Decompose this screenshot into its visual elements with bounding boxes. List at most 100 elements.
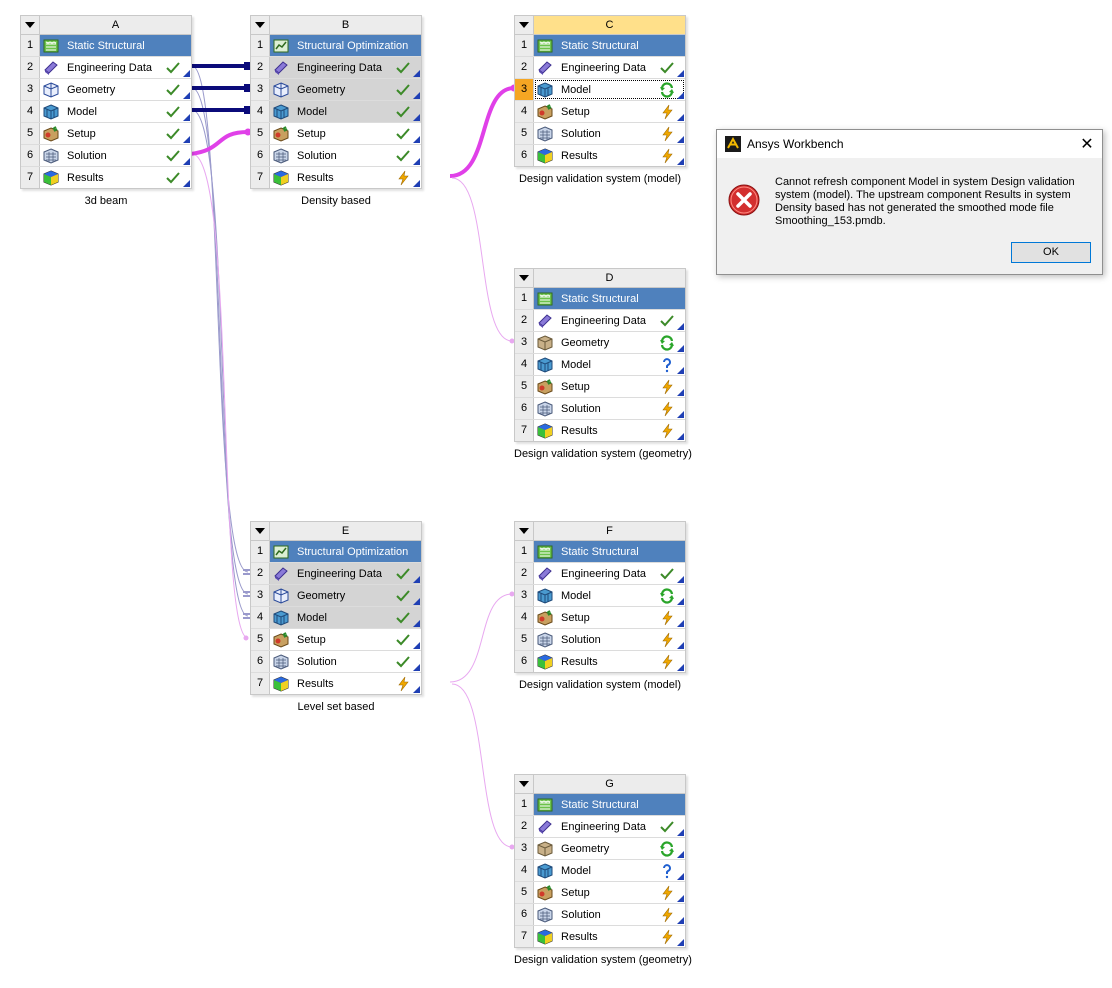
cell-model[interactable]: Model [270,607,421,628]
system-letter[interactable]: E [270,522,421,540]
system-header: G [515,775,685,794]
cell-engineering-data[interactable]: Engineering Data [534,563,685,584]
question-icon [663,863,671,878]
cell-setup[interactable]: Setup [534,607,685,628]
row-number: 7 [515,420,534,441]
cell-model[interactable]: Model [270,101,421,122]
collapse-arrow-icon[interactable] [251,16,270,34]
cell-engineering-data[interactable]: Engineering Data [270,57,421,78]
collapse-arrow-icon[interactable] [251,522,270,540]
cell-model[interactable]: Model [534,860,685,881]
engineering-data-icon [274,566,288,581]
cell-engineering-data[interactable]: Engineering Data [40,57,191,78]
system-letter[interactable]: F [534,522,685,540]
cell-results[interactable]: Results [534,420,685,441]
link-b-results-to-d-geometry [451,177,513,342]
cell-structural-optimization[interactable]: Structural Optimization [270,35,421,56]
system-caption[interactable]: 3d beam [20,195,192,207]
check-icon [166,127,180,139]
corner-marker [413,114,420,121]
collapse-arrow-icon[interactable] [515,775,534,793]
cell-setup[interactable]: Setup [270,123,421,144]
results-icon [537,422,553,439]
collapse-arrow-icon[interactable] [515,16,534,34]
ok-button[interactable]: OK [1011,242,1091,263]
cell-engineering-data[interactable]: Engineering Data [270,563,421,584]
cell-results[interactable]: Results [270,673,421,694]
dialog-titlebar[interactable]: Ansys Workbench ✕ [717,130,1102,158]
cell-model[interactable]: Model [534,585,685,606]
cell-model[interactable]: Model [40,101,191,122]
cell-setup[interactable]: Setup [534,376,685,397]
cell-static-structural[interactable]: Static Structural [534,794,685,815]
cell-setup[interactable]: Setup [40,123,191,144]
model-icon [43,103,59,120]
cell-geometry[interactable]: Geometry [40,79,191,100]
row-number: 3 [515,838,534,859]
lightning-icon [662,907,673,922]
corner-marker [413,598,420,605]
cell-static-structural[interactable]: Static Structural [534,541,685,562]
cell-model[interactable]: Model [534,354,685,375]
model-icon [273,609,289,626]
cell-model[interactable]: Model [534,79,685,100]
system-letter[interactable]: C [534,16,685,34]
cell-solution[interactable]: Solution [534,123,685,144]
collapse-arrow-icon[interactable] [21,16,40,34]
system-letter[interactable]: D [534,269,685,287]
system-caption[interactable]: Density based [250,195,422,207]
cell-results[interactable]: Results [534,651,685,672]
cell-solution[interactable]: Solution [270,145,421,166]
ansys-logo-icon [725,136,741,152]
cell-label: Engineering Data [297,61,383,74]
setup-icon [43,125,59,142]
link-a-solution-to-e [191,153,249,639]
cell-label: Setup [561,611,590,624]
system-caption[interactable]: Design validation system (geometry) [514,448,692,460]
system-caption[interactable]: Design validation system (model) [514,679,686,691]
row-number: 4 [515,354,534,375]
cell-solution[interactable]: Solution [270,651,421,672]
cell-static-structural[interactable]: Static Structural [534,288,685,309]
cell-results[interactable]: Results [270,167,421,188]
cell-label: Geometry [67,83,116,96]
solution-icon [537,631,553,648]
cell-geometry[interactable]: Geometry [270,585,421,606]
cell-engineering-data[interactable]: Engineering Data [534,57,685,78]
cell-results[interactable]: Results [534,145,685,166]
cell-setup[interactable]: Setup [270,629,421,650]
cell-setup[interactable]: Setup [534,882,685,903]
cell-geometry[interactable]: Geometry [534,838,685,859]
cell-solution[interactable]: Solution [534,398,685,419]
cell-static-structural[interactable]: Static Structural [40,35,191,56]
cell-solution[interactable]: Solution [534,904,685,925]
solution-icon [537,400,553,417]
cell-results[interactable]: Results [534,926,685,947]
system-letter[interactable]: A [40,16,191,34]
cell-solution[interactable]: Solution [40,145,191,166]
cell-solution[interactable]: Solution [534,629,685,650]
cell-engineering-data[interactable]: Engineering Data [534,310,685,331]
cell-setup[interactable]: Setup [534,101,685,122]
row-number: 4 [515,101,534,122]
cell-results[interactable]: Results [40,167,191,188]
close-icon[interactable]: ✕ [1072,130,1102,158]
corner-marker [677,158,684,165]
corner-marker [677,389,684,396]
system-letter[interactable]: B [270,16,421,34]
cell-static-structural[interactable]: Static Structural [534,35,685,56]
cell-engineering-data[interactable]: Engineering Data [534,816,685,837]
system-caption[interactable]: Level set based [250,701,422,713]
row-number: 5 [251,629,270,650]
system-caption[interactable]: Design validation system (geometry) [514,954,692,966]
cell-structural-optimization[interactable]: Structural Optimization [270,541,421,562]
system-caption[interactable]: Design validation system (model) [514,173,686,185]
system-row-model: 4 Model [515,860,685,882]
cell-geometry[interactable]: Geometry [270,79,421,100]
cell-geometry[interactable]: Geometry [534,332,685,353]
cell-label: Static Structural [561,798,639,811]
system-letter[interactable]: G [534,775,685,793]
collapse-arrow-icon[interactable] [515,269,534,287]
collapse-arrow-icon[interactable] [515,522,534,540]
check-icon [166,105,180,117]
